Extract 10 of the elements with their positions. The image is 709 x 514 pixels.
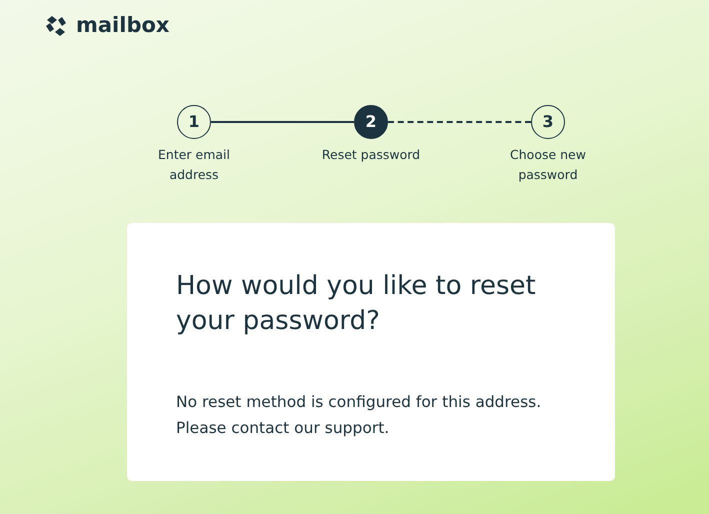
step-number: 1	[177, 104, 211, 138]
card-title: How would you like to reset your password?	[176, 270, 537, 338]
step-label: Enter email address	[157, 146, 231, 184]
step-label: Choose new password	[509, 146, 587, 184]
card-message: No reset method is configured for this address. Please contact our support.	[176, 392, 542, 438]
logo-text: mailbox	[76, 12, 170, 39]
logo-icon	[44, 14, 68, 37]
step-label: Reset password	[320, 146, 422, 164]
step-number: 2	[354, 104, 388, 138]
step-number: 3	[531, 104, 565, 138]
